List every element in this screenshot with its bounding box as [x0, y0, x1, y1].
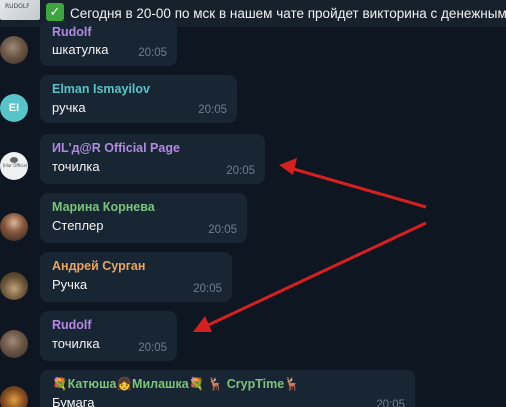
annotation-arrow-to-rudolf	[193, 221, 427, 332]
annotation-arrows	[193, 158, 427, 332]
annotation-arrow-to-ildar	[279, 158, 427, 209]
